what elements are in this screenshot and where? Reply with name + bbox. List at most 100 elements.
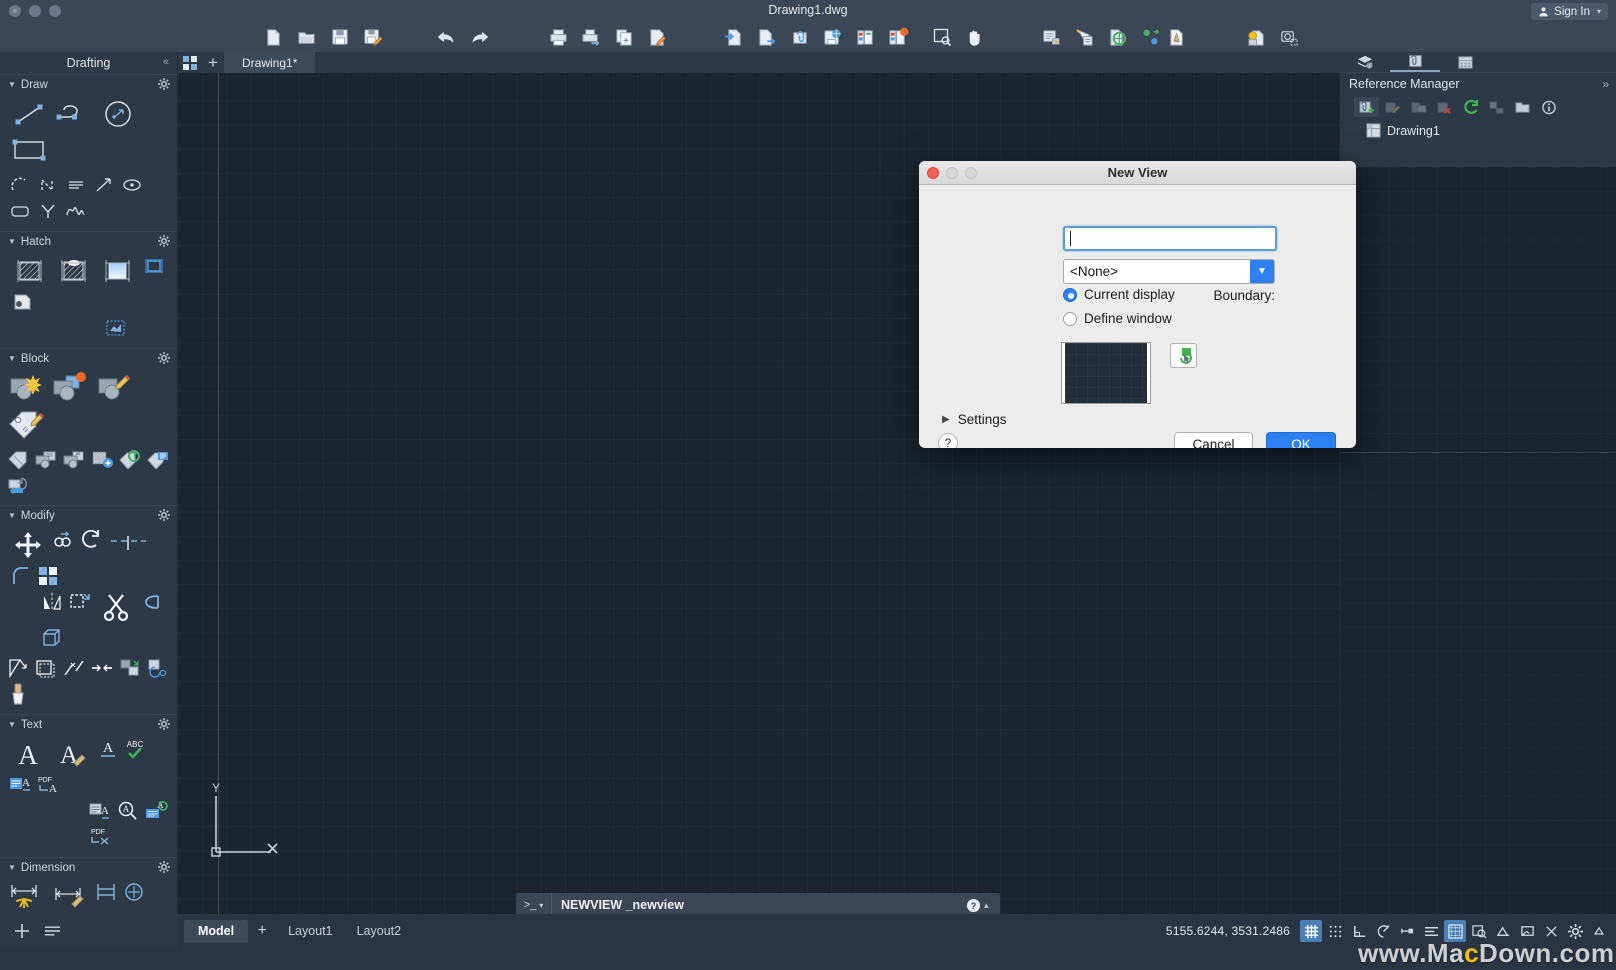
cancel-button[interactable]: Cancel bbox=[1174, 432, 1253, 448]
tab-layout2[interactable]: Layout2 bbox=[345, 924, 413, 938]
polyline-icon[interactable] bbox=[52, 96, 96, 132]
fillet-icon[interactable] bbox=[6, 563, 34, 589]
copy-icon[interactable] bbox=[50, 527, 78, 553]
block-manage-icon[interactable] bbox=[32, 446, 60, 472]
rectangle-icon[interactable] bbox=[8, 132, 52, 168]
panel-header-dimension[interactable]: ▼ Dimension bbox=[0, 858, 177, 877]
collapse-sidebar-button[interactable]: « bbox=[163, 56, 169, 68]
layout-grid-icon[interactable] bbox=[178, 52, 202, 73]
hatch-cloud-icon[interactable] bbox=[52, 253, 96, 289]
snap-dots-icon[interactable] bbox=[1324, 920, 1346, 942]
gradient-icon[interactable] bbox=[96, 253, 140, 289]
boundary-icon[interactable] bbox=[140, 253, 168, 279]
tab-sheet-set[interactable] bbox=[1440, 52, 1490, 72]
sign-in-button[interactable]: Sign In ▾ bbox=[1531, 3, 1608, 20]
new-file-icon[interactable] bbox=[257, 24, 290, 50]
pdf-text-icon[interactable]: PDF A bbox=[34, 772, 62, 798]
hatch-icon[interactable] bbox=[8, 253, 52, 289]
open-folder-icon[interactable] bbox=[290, 24, 323, 50]
layer-props-icon[interactable] bbox=[1035, 24, 1068, 50]
hatch-edit-icon[interactable] bbox=[102, 315, 130, 341]
solid-fill-icon[interactable] bbox=[8, 289, 36, 315]
define-attribute-icon[interactable] bbox=[4, 406, 48, 442]
recover-icon[interactable] bbox=[1101, 24, 1134, 50]
trim-icon[interactable] bbox=[106, 527, 150, 563]
redo-arrow-icon[interactable] bbox=[463, 24, 496, 50]
pick-window-button[interactable] bbox=[1170, 343, 1197, 368]
transparency-icon[interactable] bbox=[1468, 920, 1490, 942]
insert-block-icon[interactable] bbox=[4, 370, 48, 406]
gear-icon[interactable] bbox=[158, 861, 170, 873]
annotation-icon[interactable] bbox=[1516, 920, 1538, 942]
capture-icon[interactable] bbox=[1240, 24, 1273, 50]
match-properties-icon[interactable] bbox=[4, 681, 32, 707]
offset-icon[interactable] bbox=[32, 655, 60, 681]
view-category-select[interactable]: <None> ▼ bbox=[1063, 259, 1275, 284]
workspace-gear-icon[interactable] bbox=[1564, 920, 1586, 942]
array-icon[interactable] bbox=[34, 563, 62, 589]
spell-check-icon[interactable]: ABC bbox=[122, 736, 150, 762]
ok-button[interactable]: OK bbox=[1266, 432, 1336, 448]
text-update-icon[interactable]: A bbox=[142, 798, 170, 824]
explode-icon[interactable] bbox=[116, 655, 144, 681]
tab-model[interactable]: Model bbox=[184, 919, 249, 943]
selection-cycle-icon[interactable] bbox=[1492, 920, 1514, 942]
text-to-table-icon[interactable]: A bbox=[6, 772, 34, 798]
sheet-set-icon[interactable] bbox=[849, 24, 882, 50]
baseline-dim-icon[interactable] bbox=[92, 879, 120, 905]
ellipse-icon[interactable] bbox=[118, 172, 146, 198]
plot-style-icon[interactable] bbox=[641, 24, 674, 50]
circle-icon[interactable] bbox=[96, 96, 140, 132]
add-layout-button[interactable]: + bbox=[248, 922, 276, 940]
print-icon[interactable] bbox=[542, 24, 575, 50]
ortho-icon[interactable] bbox=[1348, 920, 1370, 942]
export-right-icon[interactable] bbox=[750, 24, 783, 50]
reload-green-icon[interactable] bbox=[1458, 97, 1483, 117]
publish-web-icon[interactable] bbox=[816, 24, 849, 50]
rounded-rect-icon[interactable] bbox=[6, 198, 34, 224]
view-name-input[interactable] bbox=[1063, 226, 1277, 251]
multiline-icon[interactable] bbox=[62, 172, 90, 198]
radio-current-display[interactable]: Current display bbox=[1063, 287, 1175, 302]
dyn-input-icon[interactable] bbox=[1420, 920, 1442, 942]
command-text[interactable]: NEWVIEW _newview bbox=[552, 898, 962, 912]
reference-item-drawing1[interactable]: Drawing1 bbox=[1366, 123, 1616, 138]
undo-arrow-icon[interactable] bbox=[430, 24, 463, 50]
plot-icon[interactable] bbox=[575, 24, 608, 50]
extrude-icon[interactable] bbox=[38, 625, 66, 651]
zoom-window-icon[interactable] bbox=[925, 24, 958, 50]
mirror-icon[interactable] bbox=[38, 589, 66, 615]
tab-reference-manager[interactable] bbox=[1390, 52, 1440, 72]
lineweight-icon[interactable] bbox=[1444, 920, 1466, 942]
text-style-icon[interactable]: A bbox=[50, 736, 94, 772]
panel-header-hatch[interactable]: ▼ Hatch bbox=[0, 232, 177, 251]
command-help-button[interactable]: ? bbox=[962, 898, 984, 913]
panel-header-text[interactable]: ▼ Text bbox=[0, 715, 177, 734]
find-text-icon[interactable]: A bbox=[114, 798, 142, 824]
attach-icon[interactable] bbox=[783, 24, 816, 50]
stretch-icon[interactable] bbox=[138, 589, 166, 615]
polar-icon[interactable] bbox=[1372, 920, 1394, 942]
polygon-icon[interactable] bbox=[34, 172, 62, 198]
join-icon[interactable] bbox=[88, 655, 116, 681]
text-align-icon[interactable]: A bbox=[86, 798, 114, 824]
arc-icon[interactable] bbox=[6, 172, 34, 198]
gear-icon[interactable] bbox=[158, 509, 170, 521]
erase-scissors-icon[interactable] bbox=[94, 589, 138, 625]
tab-layers[interactable]: i bbox=[1340, 52, 1390, 72]
camera-icon[interactable] bbox=[1273, 24, 1306, 50]
open-folder-small-icon[interactable] bbox=[1510, 97, 1535, 117]
unload-ref-icon[interactable] bbox=[1406, 97, 1431, 117]
detach-ref-icon[interactable] bbox=[1380, 97, 1405, 117]
chamfer-icon[interactable] bbox=[4, 655, 32, 681]
gear-icon[interactable] bbox=[158, 718, 170, 730]
panel-header-modify[interactable]: ▼ Modify bbox=[0, 506, 177, 525]
panel-header-draw[interactable]: ▼ Draw bbox=[0, 75, 177, 94]
sheet-set-alert-icon[interactable] bbox=[882, 24, 915, 50]
pan-hand-icon[interactable] bbox=[958, 24, 991, 50]
delete-ref-icon[interactable] bbox=[1432, 97, 1457, 117]
block-add-icon[interactable] bbox=[88, 446, 116, 472]
spline-icon[interactable] bbox=[62, 198, 90, 224]
construction-line-icon[interactable] bbox=[34, 198, 62, 224]
settings-disclosure[interactable]: ▶ Settings bbox=[942, 412, 1006, 427]
